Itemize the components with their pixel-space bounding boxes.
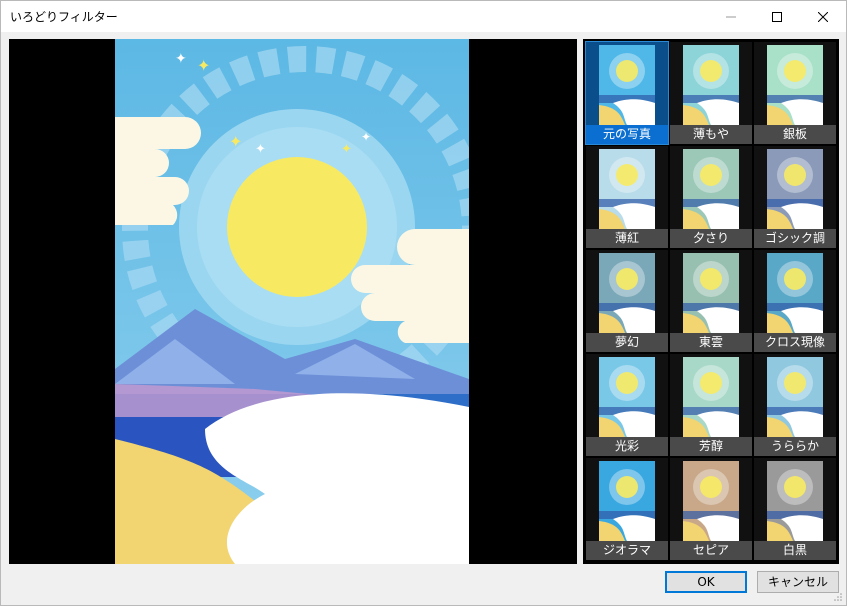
- filter-thumbnail: [767, 45, 823, 125]
- preview-image: ✦ ✦ ✦ ✦ ✦ ✦: [115, 39, 469, 564]
- filter-thumbnail: [767, 149, 823, 229]
- filter-thumbnail: [599, 253, 655, 333]
- filter-dialog: いろどりフィルター ✦ ✦ ✦ ✦ ✦ ✦ 元の写真 薄もや 銀板 薄紅 夕さり…: [0, 0, 847, 606]
- filter-tile[interactable]: 光彩: [586, 354, 668, 456]
- filter-tile[interactable]: セピア: [670, 458, 752, 560]
- resize-grip-icon[interactable]: [833, 592, 843, 602]
- minimize-icon: [726, 16, 736, 17]
- filter-label: 夢幻: [586, 333, 668, 352]
- filter-thumbnail: [767, 253, 823, 333]
- filter-tile[interactable]: 芳醇: [670, 354, 752, 456]
- filter-label: ジオラマ: [586, 541, 668, 560]
- maximize-button[interactable]: [754, 1, 800, 32]
- filter-tile[interactable]: 銀板: [754, 42, 836, 144]
- filter-gallery: 元の写真 薄もや 銀板薄紅 夕さり ゴシック調夢幻 東雲 クロス現像光彩 芳醇 うららかジオラマ…: [583, 39, 839, 564]
- svg-text:✦: ✦: [255, 142, 266, 157]
- cancel-button[interactable]: キャンセル: [757, 571, 839, 593]
- filter-label: セピア: [670, 541, 752, 560]
- filter-tile[interactable]: うららか: [754, 354, 836, 456]
- filter-tile[interactable]: 夢幻: [586, 250, 668, 352]
- filter-thumbnail: [683, 45, 739, 125]
- svg-text:✦: ✦: [229, 132, 242, 151]
- filter-tile[interactable]: 薄もや: [670, 42, 752, 144]
- filter-thumbnail: [599, 357, 655, 437]
- window-title: いろどりフィルター: [10, 10, 118, 24]
- svg-text:✦: ✦: [341, 142, 352, 157]
- filter-thumbnail: [683, 357, 739, 437]
- svg-text:✦: ✦: [197, 56, 210, 75]
- filter-label: 芳醇: [670, 437, 752, 456]
- filter-label: 白黒: [754, 541, 836, 560]
- filter-tile[interactable]: 夕さり: [670, 146, 752, 248]
- filter-tile[interactable]: ジオラマ: [586, 458, 668, 560]
- preview-pane: ✦ ✦ ✦ ✦ ✦ ✦: [9, 39, 577, 564]
- filter-thumbnail: [599, 461, 655, 541]
- filter-tile[interactable]: 白黒: [754, 458, 836, 560]
- minimize-button[interactable]: [708, 1, 754, 32]
- filter-tile[interactable]: ゴシック調: [754, 146, 836, 248]
- filter-tile[interactable]: 元の写真: [585, 41, 669, 145]
- filter-thumbnail: [683, 253, 739, 333]
- close-icon: [818, 11, 828, 22]
- filter-thumbnail: [599, 149, 655, 229]
- svg-text:✦: ✦: [361, 130, 371, 144]
- close-button[interactable]: [800, 1, 846, 32]
- filter-label: 薄もや: [670, 125, 752, 144]
- filter-label: うららか: [754, 437, 836, 456]
- filter-thumbnail: [767, 461, 823, 541]
- filter-tile[interactable]: 東雲: [670, 250, 752, 352]
- filter-label: ゴシック調: [754, 229, 836, 248]
- svg-text:✦: ✦: [175, 51, 187, 67]
- filter-tile[interactable]: 薄紅: [586, 146, 668, 248]
- filter-thumbnail: [683, 149, 739, 229]
- filter-label: 光彩: [586, 437, 668, 456]
- filter-thumbnail: [683, 461, 739, 541]
- filter-thumbnail: [767, 357, 823, 437]
- filter-label: クロス現像: [754, 333, 836, 352]
- filter-label: 東雲: [670, 333, 752, 352]
- filter-label: 銀板: [754, 125, 836, 144]
- filter-label: 元の写真: [586, 125, 668, 144]
- filter-label: 薄紅: [586, 229, 668, 248]
- filter-thumbnail: [599, 45, 655, 125]
- maximize-icon: [772, 11, 782, 22]
- filter-tile[interactable]: クロス現像: [754, 250, 836, 352]
- filter-label: 夕さり: [670, 229, 752, 248]
- ok-button[interactable]: OK: [665, 571, 747, 593]
- title-bar: いろどりフィルター: [1, 1, 846, 32]
